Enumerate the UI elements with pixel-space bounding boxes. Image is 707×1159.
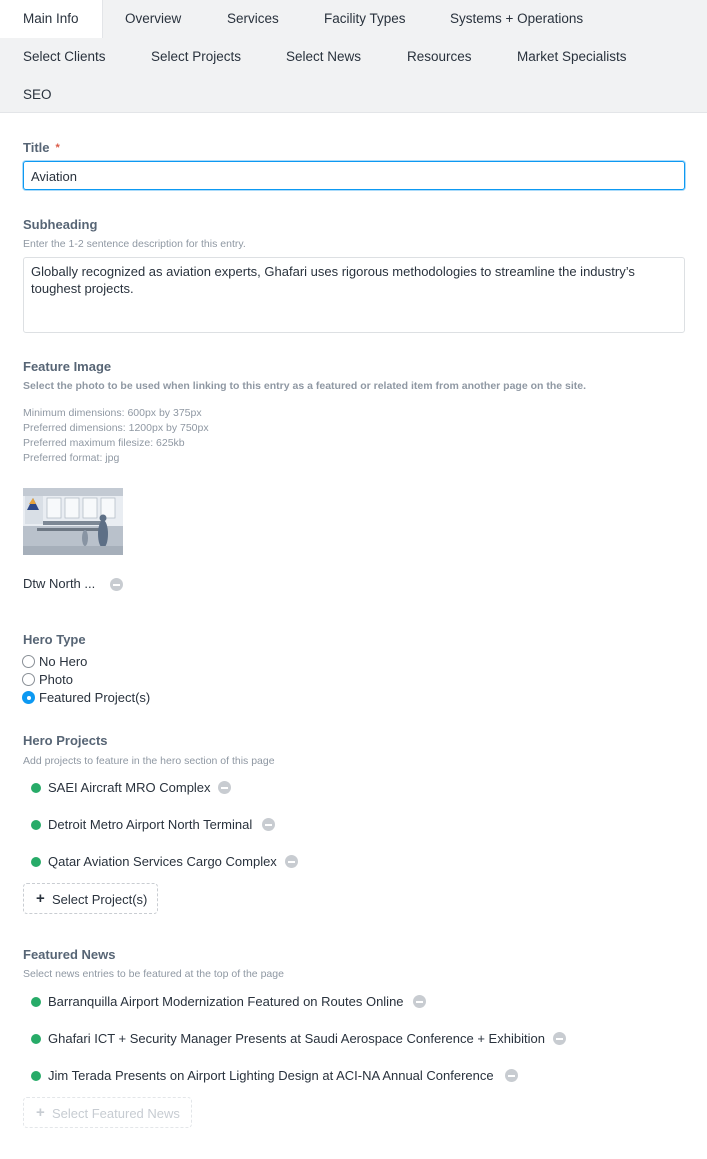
plus-icon: + bbox=[36, 890, 45, 907]
subheading-textarea[interactable]: Globally recognized as aviation experts,… bbox=[23, 257, 685, 333]
select-projects-button-label: Select Project(s) bbox=[52, 892, 148, 907]
required-marker: * bbox=[55, 142, 60, 154]
title-label: Title * bbox=[23, 140, 60, 155]
tab-select-clients[interactable]: Select Clients bbox=[23, 38, 106, 75]
subheading-hint: Enter the 1-2 sentence description for t… bbox=[23, 238, 246, 250]
remove-circle-icon[interactable] bbox=[553, 1032, 566, 1045]
spec-max-filesize: Preferred maximum filesize: 625kb bbox=[23, 437, 185, 449]
radio-label: Featured Project(s) bbox=[39, 690, 151, 705]
radio-label: Photo bbox=[39, 672, 73, 687]
tab-systems-operations[interactable]: Systems + Operations bbox=[450, 0, 583, 37]
spec-format: Preferred format: jpg bbox=[23, 452, 120, 464]
radio-label: No Hero bbox=[39, 654, 88, 669]
feature-image-specs: Minimum dimensions: 600px by 375px Prefe… bbox=[23, 406, 209, 466]
feature-image-asset-name[interactable]: Dtw North ... bbox=[23, 576, 95, 591]
airport-terminal-photo bbox=[23, 488, 123, 555]
remove-circle-icon[interactable] bbox=[413, 995, 426, 1008]
tab-overview[interactable]: Overview bbox=[125, 0, 181, 37]
tab-select-projects[interactable]: Select Projects bbox=[151, 38, 241, 75]
select-featured-news-button-label: Select Featured News bbox=[52, 1106, 180, 1121]
select-featured-news-button[interactable]: + Select Featured News bbox=[23, 1097, 192, 1128]
remove-circle-icon[interactable] bbox=[218, 781, 231, 794]
status-dot-icon bbox=[31, 997, 41, 1007]
featured-news-label: Featured News bbox=[23, 947, 116, 962]
feature-image-thumbnail[interactable] bbox=[23, 488, 123, 555]
status-dot-icon bbox=[31, 820, 41, 830]
tab-main-info[interactable]: Main Info bbox=[0, 0, 103, 38]
featured-news-hint: Select news entries to be featured at th… bbox=[23, 968, 284, 980]
feature-image-label: Feature Image bbox=[23, 359, 112, 374]
radio-photo[interactable] bbox=[22, 673, 35, 686]
spec-min-dimensions: Minimum dimensions: 600px by 375px bbox=[23, 407, 202, 419]
subheading-label: Subheading bbox=[23, 217, 98, 232]
title-input-value: Aviation bbox=[31, 169, 78, 184]
spec-preferred-dimensions: Preferred dimensions: 1200px by 750px bbox=[23, 422, 209, 434]
remove-circle-icon[interactable] bbox=[505, 1069, 518, 1082]
radio-featured-projects[interactable] bbox=[22, 691, 35, 704]
tab-market-specialists[interactable]: Market Specialists bbox=[517, 38, 627, 75]
hero-type-label: Hero Type bbox=[23, 632, 86, 647]
featured-news-title: Ghafari ICT + Security Manager Presents … bbox=[48, 1031, 545, 1046]
title-input[interactable]: Aviation bbox=[23, 161, 685, 190]
tab-resources[interactable]: Resources bbox=[407, 38, 472, 75]
select-projects-button[interactable]: + Select Project(s) bbox=[23, 883, 158, 914]
status-dot-icon bbox=[31, 783, 41, 793]
remove-circle-icon[interactable] bbox=[262, 818, 275, 831]
hero-projects-hint: Add projects to feature in the hero sect… bbox=[23, 755, 275, 767]
featured-news-title: Jim Terada Presents on Airport Lighting … bbox=[48, 1068, 494, 1083]
tab-services[interactable]: Services bbox=[227, 0, 279, 37]
plus-icon: + bbox=[36, 1104, 45, 1121]
remove-circle-icon[interactable] bbox=[285, 855, 298, 868]
hero-projects-label: Hero Projects bbox=[23, 733, 108, 748]
hero-project-title: Detroit Metro Airport North Terminal bbox=[48, 817, 253, 832]
tab-seo[interactable]: SEO bbox=[23, 76, 52, 113]
status-dot-icon bbox=[31, 857, 41, 867]
status-dot-icon bbox=[31, 1071, 41, 1081]
radio-no-hero[interactable] bbox=[22, 655, 35, 668]
hero-project-title: Qatar Aviation Services Cargo Complex bbox=[48, 854, 277, 869]
title-label-text: Title bbox=[23, 140, 50, 155]
tab-select-news[interactable]: Select News bbox=[286, 38, 361, 75]
feature-image-hint: Select the photo to be used when linking… bbox=[23, 380, 587, 392]
status-dot-icon bbox=[31, 1034, 41, 1044]
subheading-textarea-value: Globally recognized as aviation experts,… bbox=[31, 264, 635, 296]
remove-circle-icon[interactable] bbox=[110, 578, 123, 591]
tab-facility-types[interactable]: Facility Types bbox=[324, 0, 406, 37]
hero-project-title: SAEI Aircraft MRO Complex bbox=[48, 780, 211, 795]
featured-news-title: Barranquilla Airport Modernization Featu… bbox=[48, 994, 404, 1009]
tab-bar: Main Info Overview Services Facility Typ… bbox=[0, 0, 707, 113]
